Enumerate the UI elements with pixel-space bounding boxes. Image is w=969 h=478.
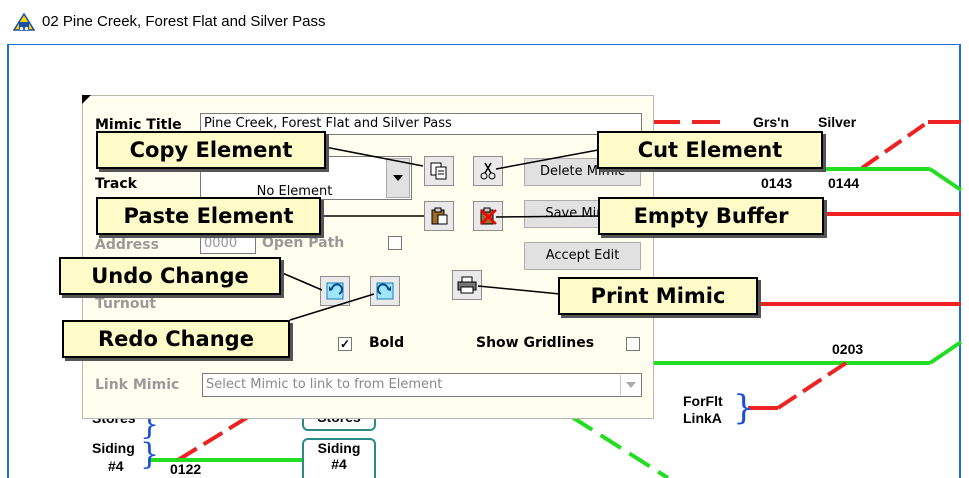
cut-element-button[interactable] bbox=[473, 156, 503, 186]
show-gridlines-checkbox[interactable] bbox=[626, 337, 640, 351]
track-segment bbox=[176, 415, 250, 462]
stores-frame: Stores bbox=[302, 417, 376, 431]
track-segment bbox=[776, 361, 848, 410]
paste-element-button[interactable] bbox=[424, 201, 454, 231]
mimic-label: #4 bbox=[108, 458, 124, 474]
track-number: 0203 bbox=[832, 341, 864, 357]
mimic-label: Grs'n bbox=[753, 114, 790, 130]
empty-clipboard-icon bbox=[480, 207, 497, 225]
track-segment bbox=[570, 415, 670, 478]
print-mimic-button[interactable] bbox=[452, 270, 482, 300]
address-input[interactable]: 0000 bbox=[200, 234, 256, 254]
mimic-label: Siding bbox=[92, 440, 135, 456]
bold-checkbox[interactable]: ✓ bbox=[338, 337, 352, 351]
track-segment bbox=[928, 167, 963, 192]
copy-element-callout: Copy Element bbox=[96, 131, 326, 169]
printer-icon bbox=[457, 276, 477, 294]
undo-change-callout: Undo Change bbox=[59, 257, 281, 295]
brace-icon: } bbox=[733, 388, 755, 428]
accept-edit-button[interactable]: Accept Edit bbox=[524, 242, 641, 270]
panel-resize-corner[interactable] bbox=[82, 95, 91, 104]
undo-icon bbox=[326, 282, 344, 300]
track-label: Track bbox=[95, 176, 137, 192]
undo-change-button[interactable] bbox=[320, 276, 350, 306]
turnout-label: Turnout bbox=[95, 296, 157, 312]
empty-buffer-callout: Empty Buffer bbox=[598, 197, 824, 235]
empty-buffer-button[interactable] bbox=[473, 201, 503, 231]
open-path-checkbox[interactable] bbox=[388, 236, 402, 250]
clipboard-icon bbox=[431, 207, 448, 225]
cut-element-callout: Cut Element bbox=[597, 131, 823, 169]
copy-icon bbox=[430, 162, 447, 180]
address-label: Address bbox=[95, 237, 159, 253]
mimic-label: Silver bbox=[818, 114, 857, 130]
siding-frame: Siding #4 bbox=[302, 438, 376, 478]
redo-icon bbox=[376, 282, 394, 300]
redo-change-callout: Redo Change bbox=[62, 320, 290, 358]
brace-icon: } bbox=[140, 437, 160, 472]
chevron-down-icon[interactable] bbox=[386, 158, 410, 198]
paste-element-callout: Paste Element bbox=[96, 197, 321, 235]
print-mimic-callout: Print Mimic bbox=[558, 277, 758, 315]
chevron-down-icon[interactable] bbox=[620, 375, 641, 395]
track-number: 0122 bbox=[170, 461, 202, 477]
bold-label: Bold bbox=[369, 335, 405, 351]
scissors-icon bbox=[480, 162, 496, 180]
show-gridlines-label: Show Gridlines bbox=[476, 335, 595, 351]
open-path-label: Open Path bbox=[262, 235, 345, 251]
mimic-label: Stores bbox=[92, 418, 136, 426]
link-label: LinkA bbox=[683, 410, 722, 426]
link-mimic-select[interactable]: Select Mimic to link to from Element bbox=[202, 373, 642, 397]
track-segment bbox=[928, 340, 963, 365]
track-number: 0143 bbox=[761, 175, 793, 191]
track-segment bbox=[860, 120, 930, 170]
track-number: 0144 bbox=[828, 175, 860, 191]
link-mimic-label: Link Mimic bbox=[95, 377, 180, 393]
link-label: ForFlt bbox=[683, 393, 723, 409]
redo-change-button[interactable] bbox=[370, 276, 400, 306]
copy-element-button[interactable] bbox=[424, 156, 454, 186]
